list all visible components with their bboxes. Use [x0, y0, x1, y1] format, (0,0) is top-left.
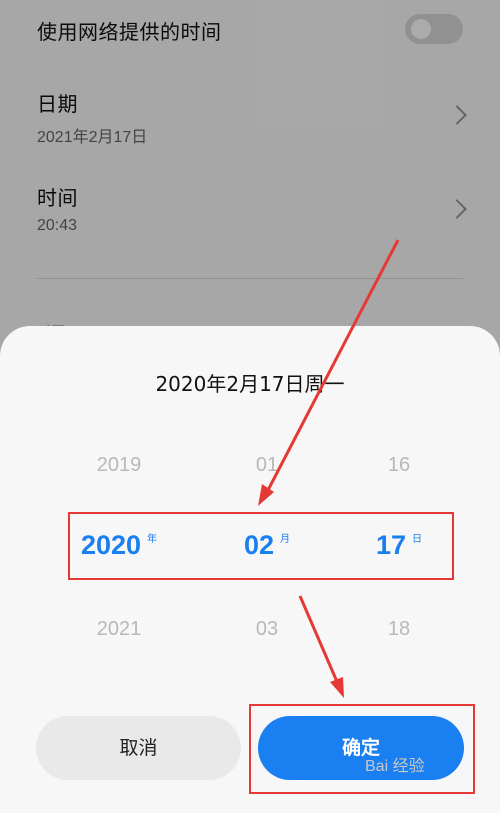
- annotation-arrowhead-1: [258, 484, 274, 506]
- annotation-arrowhead-2: [330, 677, 344, 698]
- annotation-arrow-2: [298, 595, 340, 685]
- annotation-arrows: [258, 239, 400, 698]
- annotation-arrow-1: [264, 239, 400, 495]
- watermark: Bai 经验: [365, 758, 425, 775]
